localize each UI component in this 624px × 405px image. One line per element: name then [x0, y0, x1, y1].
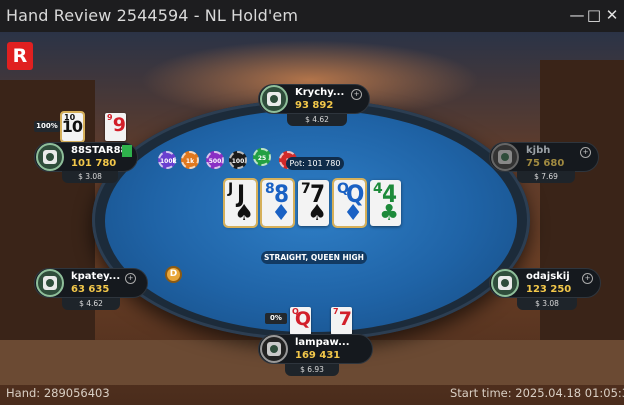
chip-1: 1k — [181, 151, 199, 169]
player-name: kpatey... — [71, 271, 121, 282]
chip-2: 500 — [206, 151, 224, 169]
player-icon — [43, 276, 57, 290]
card-rank: 7 — [338, 308, 352, 330]
card-rank-small: J — [228, 181, 234, 197]
player-balance: $ 4.62 — [287, 114, 347, 126]
player-stack: 169 431 — [295, 350, 341, 361]
avatar — [260, 85, 288, 113]
status-bar: Hand: 289056403 Start time: 2025.04.18 0… — [0, 383, 624, 405]
hand-review-window: Hand Review 2544594 - NL Hold'em — □ ✕ R… — [0, 0, 624, 405]
hole-card: 7 7 — [331, 307, 352, 335]
maximize-icon[interactable]: □ — [585, 6, 603, 24]
player-balance: $ 3.08 — [62, 171, 118, 183]
player-balance: $ 3.08 — [517, 298, 577, 310]
seat-kpatey[interactable]: kpatey... 63 635 + — [34, 268, 148, 298]
player-name: odajskij — [526, 271, 570, 282]
seat-odajskij[interactable]: odajskij 123 250 + — [489, 268, 601, 298]
hole-card: Q Q — [290, 307, 311, 335]
player-stack: 75 680 — [526, 158, 565, 169]
player-stack: 93 892 — [295, 100, 334, 111]
card-rank-small: 9 — [107, 113, 113, 122]
card-suit-icon: ♦ — [343, 201, 363, 226]
card-suit-icon: ♠ — [307, 201, 327, 226]
window-title: Hand Review 2544594 - NL Hold'em — [6, 6, 299, 25]
player-name: Krychy... — [295, 87, 345, 98]
card-rank: Q — [294, 308, 311, 330]
player-icon — [43, 150, 57, 164]
add-note-icon[interactable]: + — [580, 147, 591, 158]
card-suit-icon: ♦ — [271, 201, 291, 226]
winner-flag-icon — [122, 145, 132, 157]
chip-4: 25 — [253, 148, 271, 166]
board-card-0: J J ♠ — [223, 178, 258, 228]
player-balance: $ 7.69 — [517, 171, 575, 183]
add-note-icon[interactable]: + — [582, 273, 593, 284]
hand-number: Hand: 289056403 — [6, 386, 110, 400]
player-icon — [498, 276, 512, 290]
board-card-2: 7 7 ♠ — [298, 180, 329, 226]
player-name: lampaw... — [295, 337, 350, 348]
start-time: Start time: 2025.04.18 01:05:30 — [450, 386, 624, 400]
board-card-3: Q Q ♦ — [332, 178, 367, 228]
room-logo: R — [7, 42, 33, 70]
avatar — [491, 269, 519, 297]
minimize-icon[interactable]: — — [568, 6, 586, 24]
avatar — [491, 143, 519, 171]
card-suit-icon: ♠ — [234, 201, 254, 226]
player-name: 88STAR88 — [71, 145, 128, 156]
hole-card: 10 10 — [60, 111, 85, 143]
player-icon — [498, 150, 512, 164]
add-note-icon[interactable]: + — [125, 273, 136, 284]
seat-krychy[interactable]: Krychy... 93 892 + — [258, 84, 370, 114]
card-suit-icon: ♣ — [379, 201, 399, 226]
player-balance: $ 6.93 — [285, 364, 339, 376]
player-stack: 123 250 — [526, 284, 572, 295]
avatar — [36, 143, 64, 171]
chip-3: 100 — [229, 151, 247, 169]
avatar — [36, 269, 64, 297]
equity-badge: 100% — [34, 121, 60, 132]
pot-amount: Pot: 101 780 — [286, 157, 344, 170]
player-icon — [267, 342, 281, 356]
card-rank-small: 7 — [333, 307, 339, 316]
add-note-icon[interactable]: + — [351, 89, 362, 100]
player-name: kjbh — [526, 145, 551, 156]
board-card-4: 4 4 ♣ — [370, 180, 401, 226]
background-building-right — [540, 60, 624, 380]
avatar — [260, 335, 288, 363]
chip-0: 100k — [158, 151, 177, 169]
hole-card: 9 9 — [105, 113, 126, 141]
player-balance: $ 4.62 — [62, 298, 120, 310]
seat-kjbh[interactable]: kjbh 75 680 + — [489, 142, 599, 172]
player-stack: 63 635 — [71, 284, 110, 295]
card-rank: 9 — [112, 114, 126, 136]
card-rank: 10 — [61, 117, 83, 136]
player-stack: 101 780 — [71, 158, 117, 169]
close-icon[interactable]: ✕ — [603, 6, 621, 24]
board-card-1: 8 8 ♦ — [260, 178, 295, 228]
player-icon — [267, 92, 281, 106]
equity-badge: 0% — [265, 313, 287, 324]
hand-result-label: STRAIGHT, QUEEN HIGH — [261, 251, 367, 264]
seat-lampaw[interactable]: lampaw... 169 431 — [258, 334, 373, 364]
title-bar: Hand Review 2544594 - NL Hold'em — □ ✕ — [0, 0, 624, 32]
dealer-button: D — [165, 266, 182, 283]
